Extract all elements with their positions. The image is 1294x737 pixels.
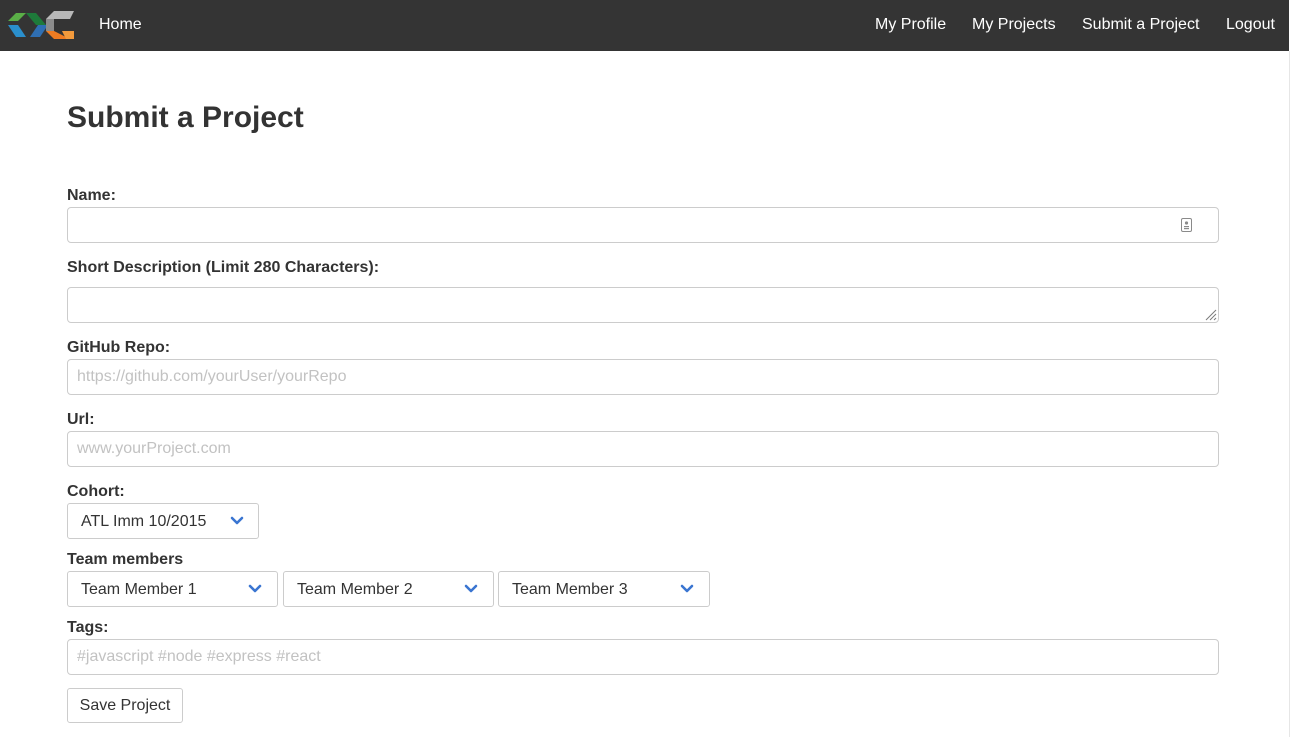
github-repo-label: GitHub Repo: [67, 339, 171, 356]
nav-my-projects-link[interactable]: My Projects [972, 16, 1056, 34]
team-member-1-value: Team Member 1 [81, 581, 197, 598]
team-member-3-select[interactable]: Team Member 3 [498, 571, 710, 607]
logo-icon[interactable] [8, 11, 76, 39]
resize-grip-icon[interactable] [1204, 308, 1217, 321]
name-label: Name: [67, 187, 116, 204]
team-members-row: Team Member 1 Team Member 2 Team Member … [0, 571, 1294, 607]
chevron-down-icon [464, 584, 478, 593]
nav-logout-link[interactable]: Logout [1226, 16, 1275, 34]
team-member-2-value: Team Member 2 [297, 581, 413, 598]
nav-my-profile-link[interactable]: My Profile [875, 16, 946, 34]
nav-submit-project-link[interactable]: Submit a Project [1082, 16, 1199, 34]
navbar: Home My Profile My Projects Submit a Pro… [0, 0, 1289, 51]
team-member-3-value: Team Member 3 [512, 581, 628, 598]
tags-label: Tags: [67, 619, 109, 636]
description-textarea[interactable] [67, 287, 1219, 323]
url-label: Url: [67, 411, 95, 428]
team-member-2-select[interactable]: Team Member 2 [283, 571, 494, 607]
github-repo-input[interactable] [67, 359, 1219, 395]
autofill-contact-icon[interactable] [1181, 218, 1192, 232]
cohort-label: Cohort: [67, 483, 125, 500]
page-title: Submit a Project [67, 101, 304, 134]
chevron-down-icon [680, 584, 694, 593]
team-member-1-select[interactable]: Team Member 1 [67, 571, 278, 607]
team-members-label: Team members [67, 551, 184, 568]
name-input[interactable] [67, 207, 1219, 243]
cohort-selected-value: ATL Imm 10/2015 [81, 513, 207, 530]
cohort-row: ATL Imm 10/2015 [0, 503, 1294, 539]
tags-input[interactable] [67, 639, 1219, 675]
nav-home-link[interactable]: Home [99, 16, 142, 34]
description-label: Short Description (Limit 280 Characters)… [67, 259, 380, 276]
page-edge [1289, 51, 1290, 737]
save-project-button[interactable]: Save Project [67, 688, 183, 723]
chevron-down-icon [230, 516, 244, 525]
url-input[interactable] [67, 431, 1219, 467]
cohort-select[interactable]: ATL Imm 10/2015 [67, 503, 259, 539]
chevron-down-icon [248, 584, 262, 593]
